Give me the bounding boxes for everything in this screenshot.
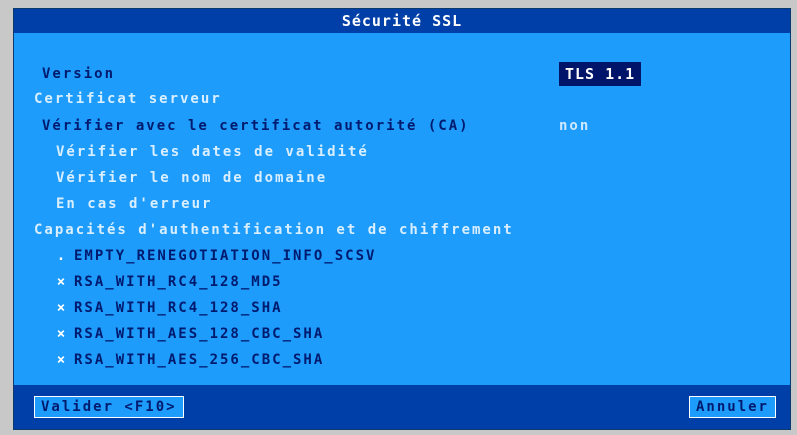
button-bar: Valider <F10> Annuler bbox=[14, 385, 790, 429]
cancel-button[interactable]: Annuler bbox=[688, 396, 776, 418]
cipher-item[interactable]: × RSA_WITH_AES_256_CBC_SHA bbox=[50, 349, 324, 371]
dialog-title: Sécurité SSL bbox=[14, 9, 790, 33]
cipher-name: RSA_WITH_RC4_128_MD5 bbox=[74, 274, 283, 290]
cipher-cross-icon: × bbox=[56, 300, 68, 316]
server-certificate-heading: Certificat serveur bbox=[34, 91, 222, 107]
cipher-name: EMPTY_RENEGOTIATION_INFO_SCSV bbox=[74, 248, 377, 264]
on-error-label: En cas d'erreur bbox=[56, 196, 213, 212]
cipher-name: RSA_WITH_RC4_128_SHA bbox=[74, 300, 283, 316]
capabilities-heading: Capacités d'authentification et de chiff… bbox=[34, 222, 514, 238]
validate-button[interactable]: Valider <F10> bbox=[34, 396, 184, 418]
verify-ca-label[interactable]: Vérifier avec le certificat autorité (CA… bbox=[42, 115, 470, 137]
verify-dates-label: Vérifier les dates de validité bbox=[56, 144, 369, 160]
cipher-item[interactable]: × RSA_WITH_RC4_128_SHA bbox=[50, 297, 283, 319]
ssl-security-dialog: Sécurité SSL Version TLS 1.1 Certificat … bbox=[13, 8, 791, 430]
cipher-name: RSA_WITH_AES_128_CBC_SHA bbox=[74, 326, 325, 342]
cipher-name: RSA_WITH_AES_256_CBC_SHA bbox=[74, 352, 325, 368]
cipher-cross-icon: × bbox=[56, 352, 68, 368]
cipher-cross-icon: × bbox=[56, 274, 68, 290]
version-label: Version bbox=[42, 66, 116, 82]
cipher-cross-icon: × bbox=[56, 326, 68, 342]
cipher-dot-icon: . bbox=[56, 248, 68, 264]
verify-domain-label: Vérifier le nom de domaine bbox=[56, 170, 328, 186]
verify-ca-value[interactable]: non bbox=[559, 115, 590, 137]
cipher-item[interactable]: × RSA_WITH_AES_128_CBC_SHA bbox=[50, 323, 324, 345]
cipher-item[interactable]: . EMPTY_RENEGOTIATION_INFO_SCSV bbox=[50, 245, 376, 267]
cipher-item[interactable]: × RSA_WITH_RC4_128_MD5 bbox=[50, 271, 283, 293]
version-selector[interactable]: TLS 1.1 bbox=[559, 62, 642, 86]
